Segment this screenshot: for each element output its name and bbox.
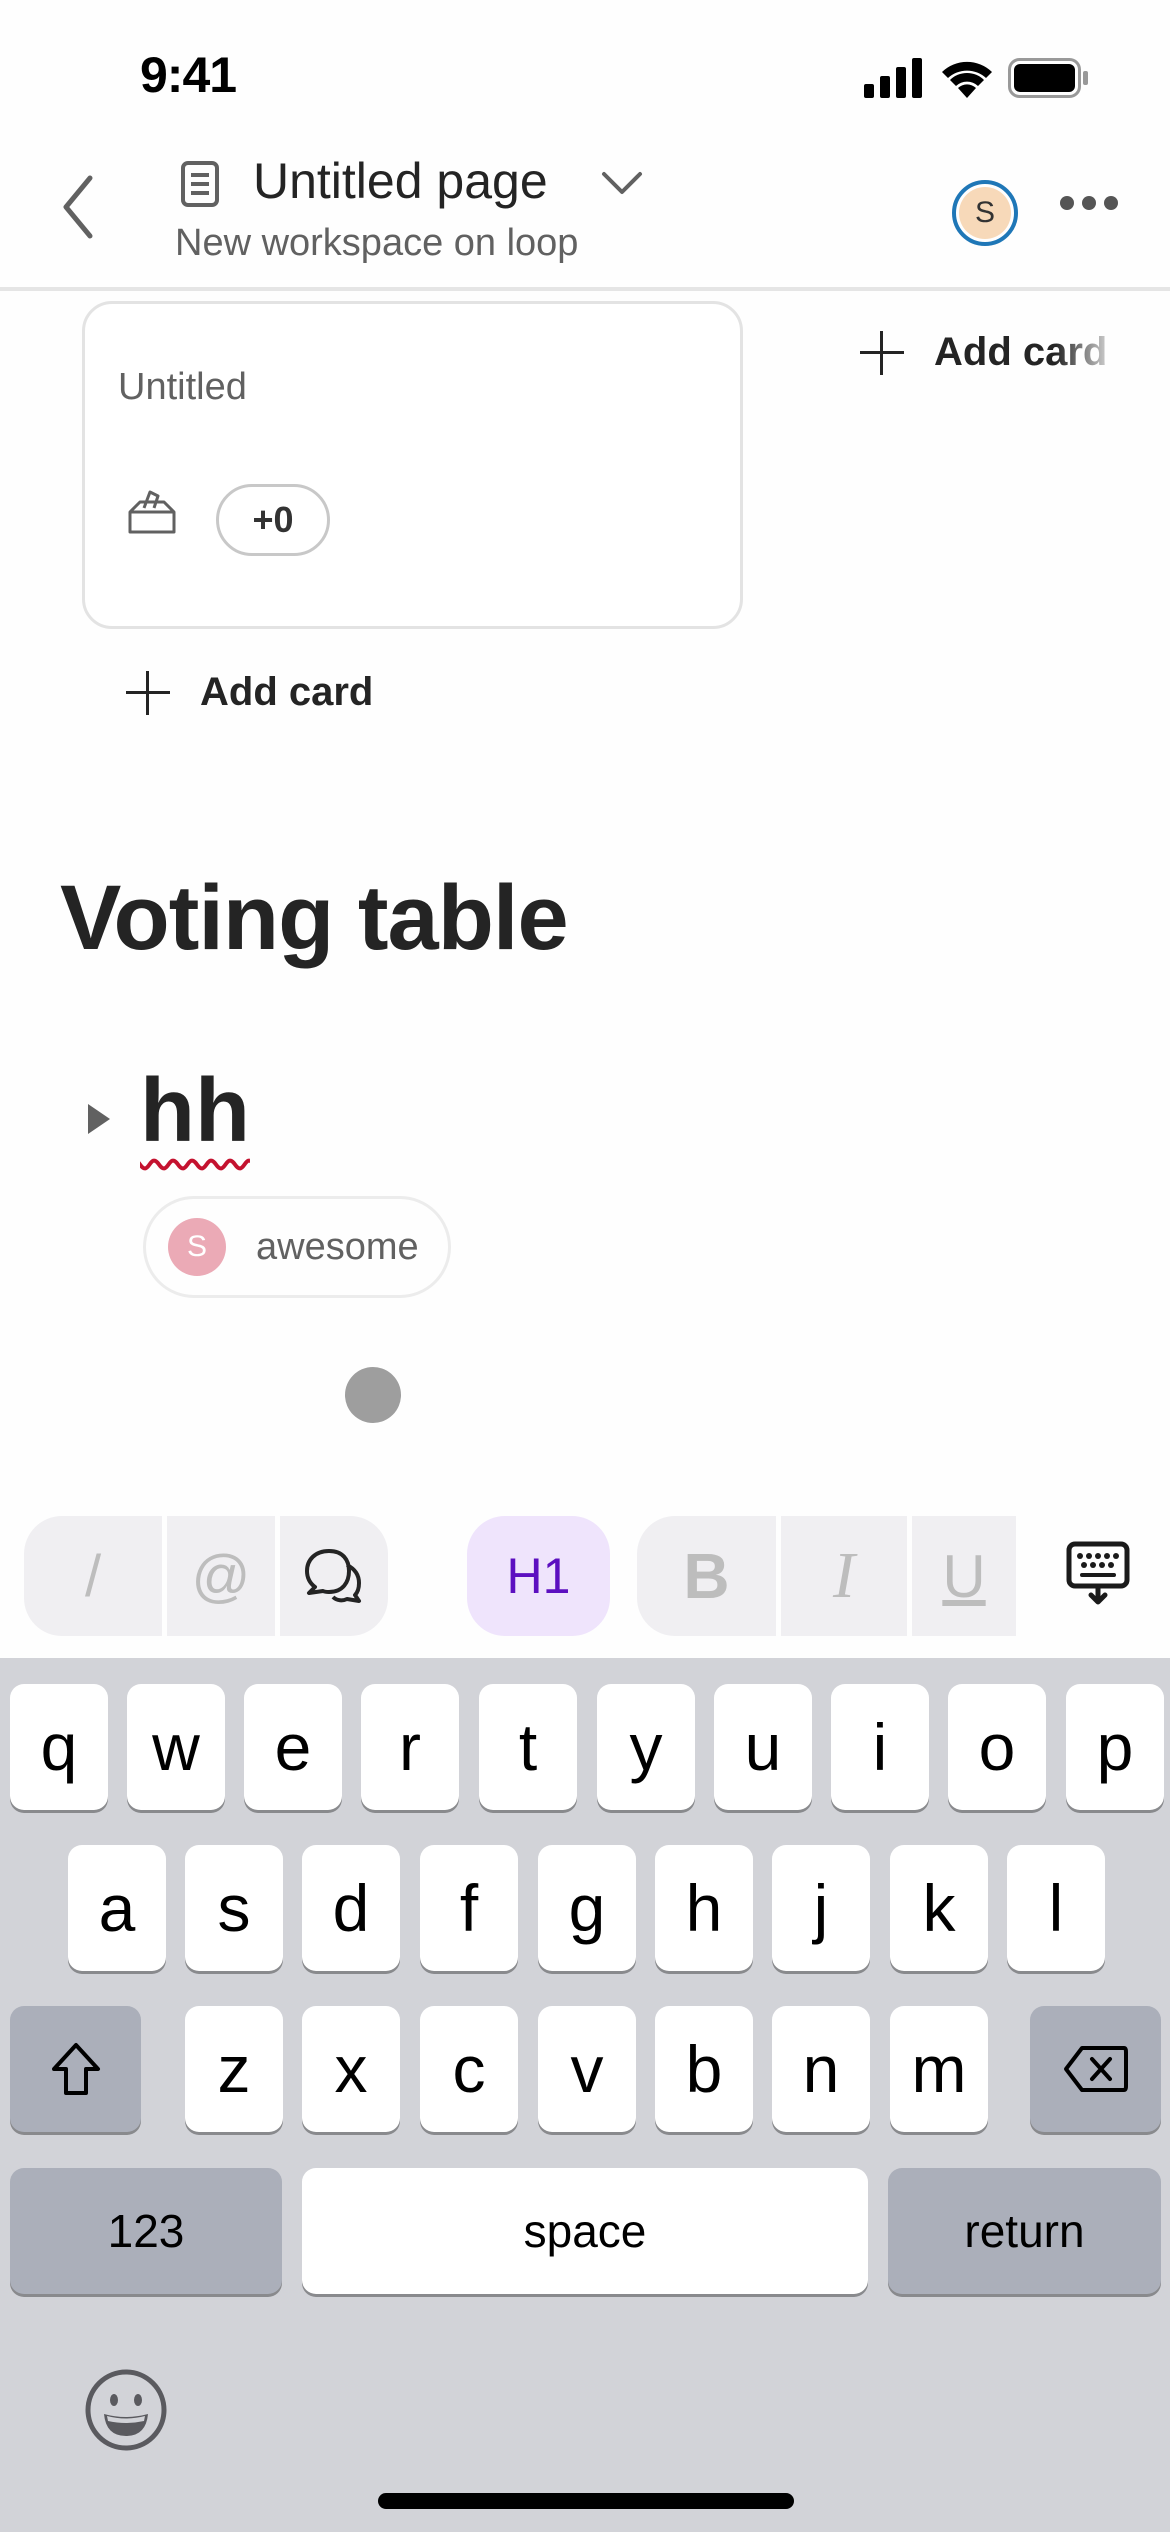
- backspace-icon: [1063, 2046, 1128, 2092]
- avatar-initial: S: [959, 187, 1011, 239]
- at-icon: @: [191, 1543, 251, 1609]
- italic-icon: I: [833, 1539, 855, 1612]
- ballot-box-icon[interactable]: [126, 488, 178, 536]
- return-key[interactable]: return: [888, 2168, 1161, 2294]
- status-time: 9:41: [140, 47, 237, 103]
- dismiss-keyboard-button[interactable]: [1060, 1540, 1136, 1608]
- underline-icon: U: [942, 1542, 986, 1610]
- keyboard: q w e r t y u i o p a s d f g h j k l z …: [0, 1658, 1170, 2532]
- key-q[interactable]: q: [10, 1684, 108, 1810]
- key-y[interactable]: y: [597, 1684, 695, 1810]
- key-g[interactable]: g: [538, 1845, 636, 1971]
- header-divider: [0, 287, 1170, 291]
- key-s[interactable]: s: [185, 1845, 283, 1971]
- voter-avatar: S: [168, 1218, 226, 1276]
- key-r[interactable]: r: [361, 1684, 459, 1810]
- home-indicator[interactable]: [378, 2493, 794, 2509]
- italic-button[interactable]: I: [781, 1516, 907, 1636]
- shift-icon: [51, 2043, 100, 2095]
- add-card-button[interactable]: Add card: [126, 670, 373, 715]
- more-options-button[interactable]: [1060, 196, 1118, 210]
- key-f[interactable]: f: [420, 1845, 518, 1971]
- heading-group: H1: [467, 1516, 610, 1636]
- insert-group: / @: [24, 1516, 388, 1636]
- underline-button[interactable]: U: [912, 1516, 1016, 1636]
- key-v[interactable]: v: [538, 2006, 636, 2132]
- bold-button[interactable]: B: [637, 1516, 776, 1636]
- key-h[interactable]: h: [655, 1845, 753, 1971]
- card-title[interactable]: Untitled: [118, 366, 247, 409]
- keyboard-dismiss-icon: [1066, 1541, 1130, 1605]
- add-card-label: Add card: [200, 670, 374, 714]
- key-w[interactable]: w: [127, 1684, 225, 1810]
- avatar[interactable]: S: [952, 180, 1018, 246]
- bold-icon: B: [683, 1540, 730, 1612]
- comment-icon: [305, 1549, 361, 1603]
- emoji-icon: [85, 2369, 167, 2451]
- key-d[interactable]: d: [302, 1845, 400, 1971]
- backspace-key[interactable]: [1030, 2006, 1161, 2132]
- vote-chip[interactable]: S awesome: [143, 1196, 451, 1298]
- key-z[interactable]: z: [185, 2006, 283, 2132]
- cellular-signal-icon: [864, 58, 922, 98]
- plus-icon: [126, 670, 170, 715]
- key-t[interactable]: t: [479, 1684, 577, 1810]
- key-k[interactable]: k: [890, 1845, 988, 1971]
- numbers-key[interactable]: 123: [10, 2168, 282, 2294]
- chevron-left-icon: [63, 175, 93, 239]
- key-x[interactable]: x: [302, 2006, 400, 2132]
- key-n[interactable]: n: [772, 2006, 870, 2132]
- key-j[interactable]: j: [772, 1845, 870, 1971]
- slash-command-button[interactable]: /: [24, 1516, 162, 1636]
- key-o[interactable]: o: [948, 1684, 1046, 1810]
- board-card[interactable]: [82, 301, 743, 629]
- key-u[interactable]: u: [714, 1684, 812, 1810]
- space-key[interactable]: space: [302, 2168, 868, 2294]
- section-heading[interactable]: Voting table: [60, 866, 569, 971]
- key-e[interactable]: e: [244, 1684, 342, 1810]
- ellipsis-dot: [1082, 196, 1096, 210]
- add-card-label: Add card: [934, 330, 1108, 374]
- key-i[interactable]: i: [831, 1684, 929, 1810]
- voting-item-title[interactable]: hh: [140, 1060, 250, 1163]
- key-m[interactable]: m: [890, 2006, 988, 2132]
- battery-icon: [1008, 58, 1088, 98]
- plus-icon: [860, 330, 904, 375]
- shift-key[interactable]: [10, 2006, 141, 2132]
- text-style-group: B I U: [637, 1516, 1016, 1636]
- wifi-icon: [942, 61, 992, 98]
- chevron-down-icon: [602, 172, 642, 194]
- expand-triangle-icon[interactable]: [88, 1104, 110, 1134]
- heading-1-button[interactable]: H1: [467, 1516, 610, 1636]
- key-b[interactable]: b: [655, 2006, 753, 2132]
- key-p[interactable]: p: [1066, 1684, 1164, 1810]
- status-icons: [864, 58, 1090, 98]
- title-dropdown-button[interactable]: [600, 168, 644, 198]
- comment-button[interactable]: [280, 1516, 388, 1636]
- vote-count-badge[interactable]: +0: [216, 484, 330, 556]
- key-l[interactable]: l: [1007, 1845, 1105, 1971]
- format-toolbar: / @ H1 B I U: [0, 1490, 1170, 1655]
- add-card-button-column-2[interactable]: Add card: [860, 330, 1107, 375]
- back-button[interactable]: [58, 172, 98, 242]
- vote-label: awesome: [256, 1225, 419, 1268]
- workspace-subtitle[interactable]: New workspace on loop: [175, 222, 578, 265]
- slash-icon: /: [84, 1543, 102, 1609]
- ellipsis-dot: [1104, 196, 1118, 210]
- mention-button[interactable]: @: [167, 1516, 275, 1636]
- key-a[interactable]: a: [68, 1845, 166, 1971]
- document-icon: [180, 160, 220, 208]
- page-title[interactable]: Untitled page: [253, 152, 548, 210]
- emoji-button[interactable]: [84, 2368, 168, 2452]
- ellipsis-icon: [1060, 196, 1074, 210]
- touch-indicator: [345, 1367, 401, 1423]
- key-c[interactable]: c: [420, 2006, 518, 2132]
